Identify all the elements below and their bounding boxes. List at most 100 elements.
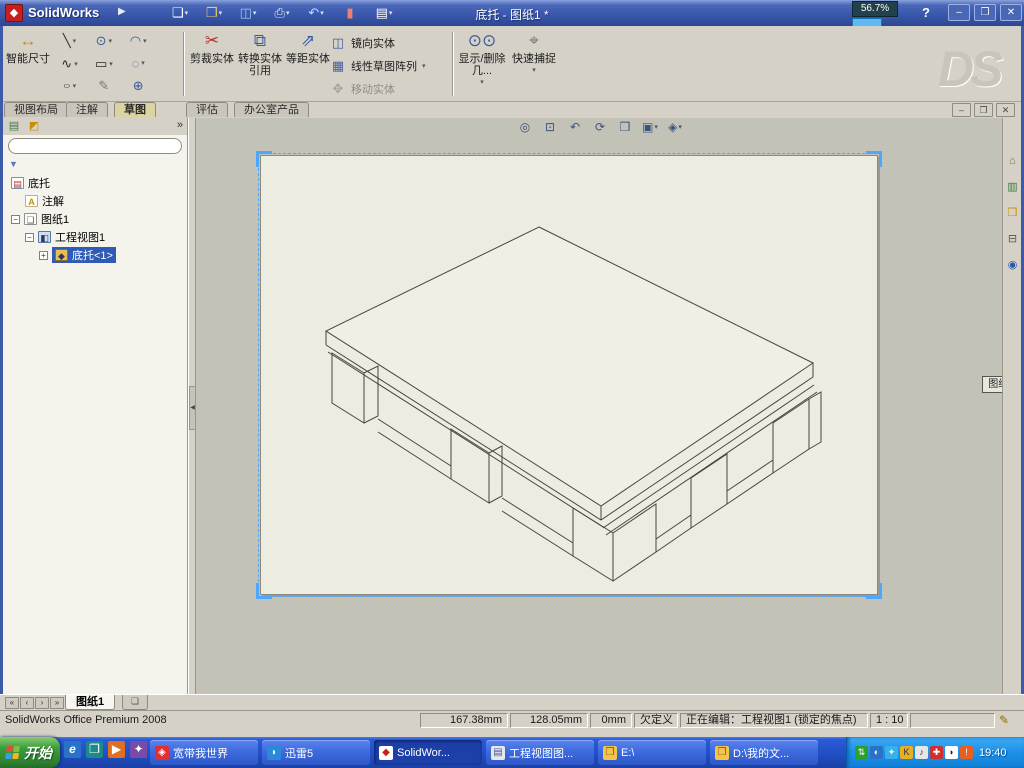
design-library-icon[interactable]: ▥ bbox=[1005, 180, 1020, 195]
offset-entities-icon: ⇗ bbox=[300, 31, 316, 50]
tree-item-root[interactable]: ▤ 底托 bbox=[3, 174, 187, 192]
add-sheet-tab[interactable]: ❏ bbox=[122, 695, 148, 710]
feature-manager-panel: ▤ ◩ » ▼ ▤ 底托 A 注解 − ❏ 图纸1 − ◧ 工程视图1 + ◆ … bbox=[3, 118, 188, 694]
task-explorer-e-drive[interactable]: ❒ E:\ bbox=[598, 740, 706, 765]
move-entities-button[interactable]: ✥ 移动实体 bbox=[330, 77, 450, 100]
mirror-entities-button[interactable]: ◫ 镜向实体 bbox=[330, 31, 450, 54]
featuremanager-tree-tab-icon[interactable]: ▤ bbox=[6, 119, 22, 134]
smart-dimension-button[interactable]: ↔ 智能尺寸 bbox=[4, 29, 52, 99]
close-document-button[interactable]: ✕ bbox=[996, 103, 1015, 117]
previous-sheet-nav-button[interactable]: ‹ bbox=[20, 697, 34, 709]
arc-tool-button[interactable]: ◠ ▾ bbox=[123, 30, 154, 52]
tray-network-icon[interactable]: ⇅ bbox=[855, 746, 868, 759]
restore-document-button[interactable]: ❐ bbox=[974, 103, 993, 117]
restore-window-button[interactable]: ❐ bbox=[974, 4, 996, 21]
internet-explorer-icon[interactable]: e bbox=[64, 741, 81, 758]
panel-collapse-handle[interactable]: ◀ bbox=[189, 386, 196, 430]
offset-entities-button[interactable]: ⇗ 等距实体 bbox=[284, 29, 332, 99]
task-drawing-view-doc[interactable]: ▤ 工程视图图... bbox=[486, 740, 594, 765]
first-sheet-nav-button[interactable]: « bbox=[5, 697, 19, 709]
tray-antivirus-icon[interactable]: ✚ bbox=[930, 746, 943, 759]
tray-qq-icon[interactable]: ◗ bbox=[945, 746, 958, 759]
view-settings-button[interactable]: ❒ bbox=[614, 118, 636, 135]
tray-security-alert-icon[interactable]: ! bbox=[960, 746, 973, 759]
previous-view-button[interactable]: ↶ bbox=[564, 118, 586, 135]
last-sheet-nav-button[interactable]: » bbox=[50, 697, 64, 709]
show-desktop-icon[interactable]: ❐ bbox=[86, 741, 103, 758]
hide-show-items-button[interactable]: ◈ ▾ bbox=[664, 118, 686, 135]
title-bar[interactable]: ◆ SolidWorks ▶ ❏ ▾ ❒ ▾ ◫ ▾ ⎙ ▾ ↶ ▾ ▮ ▤ ▾ 底托 - … bbox=[0, 0, 1024, 27]
previous-view-icon: ↶ bbox=[569, 119, 581, 134]
coordinate-x: 167.38mm bbox=[420, 713, 508, 728]
help-button[interactable]: ? bbox=[922, 5, 930, 20]
tree-item-part[interactable]: + ◆ 底托<1> bbox=[3, 246, 187, 264]
minimize-window-button[interactable]: – bbox=[948, 4, 970, 21]
solidworks-resources-home-icon[interactable]: ⌂ bbox=[1005, 154, 1020, 169]
rectangle-tool-button[interactable]: ▭ ▾ bbox=[88, 53, 119, 75]
pen-tool-button[interactable]: ✎ bbox=[88, 75, 119, 97]
trim-entities-button[interactable]: ✂ 剪裁实体 bbox=[188, 29, 236, 99]
collapse-expander-icon[interactable]: − bbox=[25, 232, 34, 242]
collapse-expander-icon[interactable]: − bbox=[11, 214, 20, 224]
expand-expander-icon[interactable]: + bbox=[39, 250, 48, 260]
display-relations-dropdown-icon[interactable]: ▾ bbox=[480, 77, 484, 89]
tab-annotation[interactable]: 注解 bbox=[66, 102, 108, 117]
sheet-tab-bar: « ‹ › » 图纸1 ❏ bbox=[0, 694, 1024, 710]
start-button[interactable]: 开始 bbox=[0, 737, 60, 768]
pen-tool-icon: ✎ bbox=[98, 78, 110, 93]
circle-tool-button[interactable]: ⊙ ▾ bbox=[88, 30, 119, 52]
quick-snaps-dropdown-icon[interactable]: ▾ bbox=[532, 65, 536, 77]
coordinate-y: 128.05mm bbox=[510, 713, 588, 728]
sheet1-tab[interactable]: 图纸1 bbox=[65, 695, 116, 710]
construction-circle-tool-button[interactable]: ◌ ▾ bbox=[123, 52, 154, 74]
linear-pattern-dropdown-icon[interactable]: ▾ bbox=[422, 62, 426, 70]
minimize-document-button[interactable]: – bbox=[952, 103, 971, 117]
task-thunder5[interactable]: ◗ 迅雷5 bbox=[262, 740, 370, 765]
spline-tool-button[interactable]: ∿ ▾ bbox=[54, 53, 85, 75]
file-explorer-folder-icon[interactable]: ❒ bbox=[1005, 206, 1020, 221]
tab-office-products[interactable]: 办公室产品 bbox=[234, 102, 309, 117]
quick-snaps-button[interactable]: ⌖ 快速捕捉 ▾ bbox=[510, 29, 558, 99]
filter-funnel-icon[interactable]: ▼ bbox=[9, 159, 18, 169]
tab-evaluate[interactable]: 评估 bbox=[186, 102, 228, 117]
panel-splitter[interactable]: ◀ bbox=[188, 118, 196, 694]
tree-item-drawing-view1[interactable]: − ◧ 工程视图1 bbox=[3, 228, 187, 246]
drawing-sheet[interactable] bbox=[260, 155, 878, 595]
tree-item-annotations[interactable]: A 注解 bbox=[3, 192, 187, 210]
propertymanager-tab-icon[interactable]: ◩ bbox=[26, 119, 42, 134]
tray-globe-icon[interactable]: ◐ bbox=[870, 746, 883, 759]
featuremanager-filter-input[interactable] bbox=[8, 138, 182, 154]
tray-input-method-icon[interactable]: K bbox=[900, 746, 913, 759]
view-orientation-button[interactable]: ▣ ▾ bbox=[639, 118, 661, 135]
desktop-screen: ◆ SolidWorks ▶ ❏ ▾ ❒ ▾ ◫ ▾ ⎙ ▾ ↶ ▾ ▮ ▤ ▾ 底托 - … bbox=[0, 0, 1024, 768]
task-my-documents[interactable]: ❒ D:\我的文... bbox=[710, 740, 818, 765]
task-broadband-world[interactable]: ◈ 宽带我世界 bbox=[150, 740, 258, 765]
close-window-button[interactable]: ✕ bbox=[1000, 4, 1022, 21]
ellipse-tool-button[interactable]: ○ ▾ bbox=[54, 75, 85, 97]
task-solidworks[interactable]: ◆ SolidWor... bbox=[374, 740, 482, 765]
panel-expand-chevron-icon[interactable]: » bbox=[177, 119, 183, 131]
line-tool-button[interactable]: ╲ ▾ bbox=[54, 30, 85, 52]
convert-entities-button[interactable]: ⧉ 转换实体引用 bbox=[236, 29, 284, 99]
tray-volume-icon[interactable]: ♪ bbox=[915, 746, 928, 759]
tab-sketch[interactable]: 草图 bbox=[114, 102, 156, 117]
tree-item-sheet1[interactable]: − ❏ 图纸1 bbox=[3, 210, 187, 228]
point-tool-button[interactable]: ⊕ bbox=[123, 75, 154, 97]
search-globe-icon[interactable]: ◉ bbox=[1005, 258, 1020, 273]
status-bar: SolidWorks Office Premium 2008 167.38mm … bbox=[0, 710, 1024, 729]
next-sheet-nav-button[interactable]: › bbox=[35, 697, 49, 709]
zoom-to-fit-button[interactable]: ◎ bbox=[514, 118, 536, 135]
toolbox-icon[interactable]: ⊟ bbox=[1005, 232, 1020, 247]
refresh-view-button[interactable]: ⟳ bbox=[589, 118, 611, 135]
media-player-icon[interactable]: ▶ bbox=[108, 741, 125, 758]
graphics-area[interactable]: ◎ ⊡ ↶ ⟳ ❒ ▣ ▾ ◈ ▾ 图 bbox=[196, 118, 1002, 694]
display-delete-relations-button[interactable]: ⊙⊙ 显示/删除几... ▾ bbox=[458, 29, 506, 99]
edit-sheet-pencil-icon[interactable]: ✎ bbox=[999, 713, 1009, 727]
linear-sketch-pattern-button[interactable]: ▦ 线性草图阵列 ▾ bbox=[330, 54, 450, 77]
arc-tool-icon: ◠ bbox=[129, 33, 142, 48]
quick-snaps-icon: ⌖ bbox=[529, 31, 539, 50]
tray-messenger-icon[interactable]: ✦ bbox=[885, 746, 898, 759]
messenger-icon[interactable]: ✦ bbox=[130, 741, 147, 758]
zoom-to-area-button[interactable]: ⊡ bbox=[539, 118, 561, 135]
tab-view-layout[interactable]: 视图布局 bbox=[4, 102, 68, 117]
